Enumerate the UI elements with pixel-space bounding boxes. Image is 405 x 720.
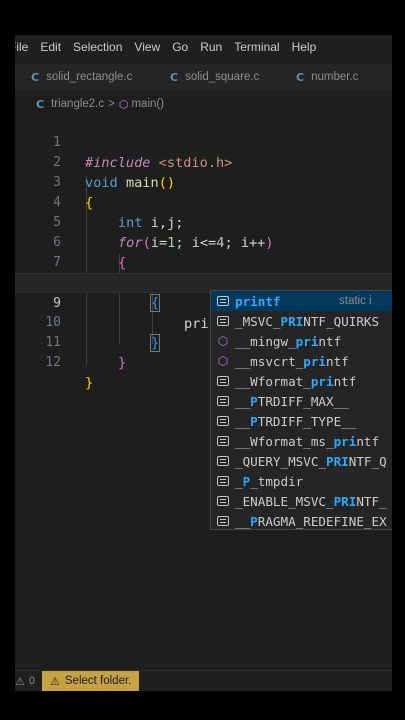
breadcrumb-separator: > [108,98,115,110]
warning-icon: ⚠ [50,675,60,688]
breadcrumb-file[interactable]: triangle2.c [51,98,104,110]
suggestion-label: _QUERY_MSVC_PRINTF_Q [235,453,387,469]
text-icon [213,311,233,331]
tab-bar: C solid_rectangle.c C solid_square.c C n… [15,64,392,90]
tab-solid-square[interactable]: C solid_square.c [170,64,259,90]
breadcrumb-symbol[interactable]: main() [131,98,164,110]
code-line: 8 { [15,253,392,312]
suggestion-label: __PTRDIFF_TYPE__ [235,413,357,429]
suggestion-item[interactable]: _QUERY_MSVC_PRINTF_Q [211,451,392,471]
menu-run[interactable]: Run [200,40,222,54]
line-number: 12 [45,355,61,370]
brace: } [85,375,94,391]
code-line: 6 { [15,213,392,271]
suggestion-label: __Wformat_ms_printf [235,433,380,449]
suggestion-item[interactable]: _ENABLE_MSVC_PRINTF_ [211,491,392,511]
brace: } [118,355,127,371]
code-line: 2 void main() [15,133,392,191]
problems-count: 0 [28,675,35,687]
select-folder-label: Select folder. [64,675,132,687]
menu-terminal[interactable]: Terminal [234,40,279,54]
menu-selection[interactable]: Selection [73,40,122,54]
suggestion-label: __mingw_printf [235,333,342,349]
suggestion-item[interactable]: __Wformat_ms_printf [211,431,392,451]
suggestion-label: _MSVC_PRINTF_QUIRKS [235,313,380,329]
status-problems[interactable]: ⚠ 0 [15,671,35,691]
text-icon [213,371,233,391]
menu-go[interactable]: Go [172,40,188,54]
menu-edit[interactable]: Edit [40,40,61,54]
suggestion-label: printf [235,293,281,309]
suggestion-item[interactable]: ⬡ __msvcrt_printf [211,351,392,371]
suggestion-label: __Wformat_printf [235,373,357,389]
status-bar: ⚠ 0 ⚠ Select folder. [15,670,392,691]
text-icon [213,491,233,511]
suggestion-item[interactable]: __PRAGMA_REDEFINE_EX [211,511,392,529]
c-file-icon: C [31,70,40,84]
tab-label: solid_square.c [185,71,260,83]
suggestion-label: __msvcrt_printf [235,353,349,369]
c-file-icon: C [170,70,179,84]
suggestion-detail: static i [339,295,372,307]
suggestion-item[interactable]: __Wformat_printf [211,371,392,391]
text-icon [213,291,233,311]
menu-view[interactable]: View [134,40,160,54]
suggestion-label: __PRAGMA_REDEFINE_EX [235,513,387,529]
code-line: 1 #include <stdio.h> [15,113,392,171]
cube-icon: ⬡ [118,98,129,111]
suggestion-item[interactable]: __PTRDIFF_TYPE__ [211,411,392,431]
autocomplete-suggestions: printf static i _MSVC_PRINTF_QUIRKS ⬡ __ming… [210,290,392,530]
suggestion-item[interactable]: __PTRDIFF_MAX__ [211,391,392,411]
tab-label: number.c [311,71,359,83]
text-icon [213,511,233,529]
cube-icon: ⬡ [217,334,229,348]
cube-icon: ⬡ [217,354,229,368]
c-file-icon: C [296,70,305,84]
vscode-window: File Edit Selection View Go Run Terminal… [15,35,392,691]
c-file-icon: C [36,97,45,111]
text-icon [213,431,233,451]
menu-help[interactable]: Help [292,40,317,54]
suggestion-item[interactable]: ⬡ __mingw_printf [211,331,392,351]
text-icon [213,451,233,471]
code-line: 4 int i,j; [15,173,392,231]
code-line: 5 for(i=1; i<=4; i++) [15,193,392,251]
text-icon [213,411,233,431]
suggestion-item[interactable]: _P_tmpdir [211,471,392,491]
suggestion-item[interactable]: _MSVC_PRINTF_QUIRKS [211,311,392,331]
warning-icon: ⚠ [15,675,25,688]
tab-number[interactable]: C number.c [296,64,358,90]
tab-solid-rectangle[interactable]: C solid_rectangle.c [31,64,132,90]
code-line: 7 for(j=1; j<=5-i; j++) [15,233,392,291]
menu-bar: File Edit Selection View Go Run Terminal… [15,35,392,59]
suggestion-label: _P_tmpdir [235,473,304,489]
suggestion-item[interactable]: printf static i [211,291,392,311]
text-icon [213,391,233,411]
suggestion-label: __PTRDIFF_MAX__ [235,393,349,409]
code-line: 3 { [15,153,392,211]
tab-label: solid_rectangle.c [46,71,133,83]
select-folder-warning[interactable]: ⚠ Select folder. [42,671,140,691]
text-icon [213,471,233,491]
menu-file[interactable]: File [15,40,28,54]
suggestion-label: _ENABLE_MSVC_PRINTF_ [235,493,387,509]
